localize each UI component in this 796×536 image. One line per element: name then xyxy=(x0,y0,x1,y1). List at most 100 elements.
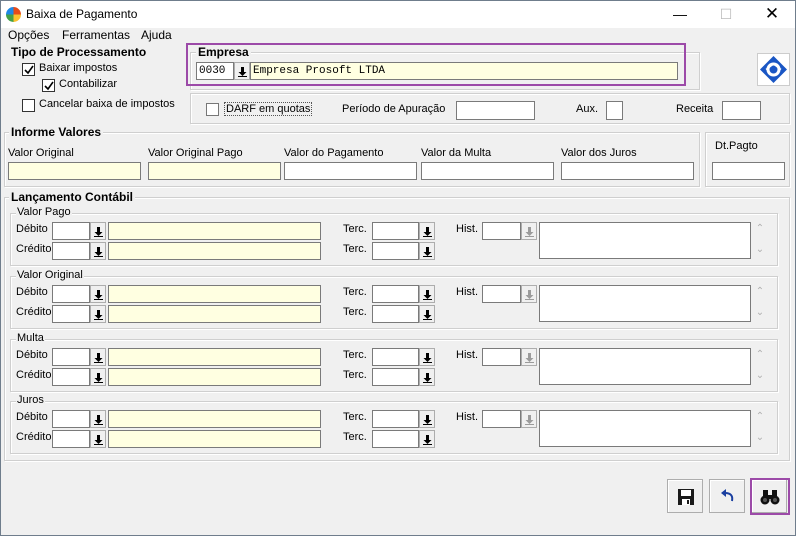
dt-pagto-input[interactable] xyxy=(712,162,785,180)
multa-debito-terc-input[interactable] xyxy=(372,348,419,366)
valor-pago-debito-terc-input[interactable] xyxy=(372,222,419,240)
valor-pago-credito-dropdown-button[interactable] xyxy=(90,242,106,260)
valor-original-hist-memo[interactable] xyxy=(539,285,751,322)
multa-debito-description-input[interactable] xyxy=(108,348,321,366)
cancelar-baixa-checkbox[interactable] xyxy=(22,99,35,112)
contabilizar-label: Contabilizar xyxy=(59,78,118,90)
darf-quotas-label: DARF em quotas xyxy=(224,102,313,116)
multa-credito-terc-input[interactable] xyxy=(372,368,419,386)
multa-hist-memo[interactable] xyxy=(539,348,751,385)
darf-quotas-checkbox[interactable] xyxy=(206,103,219,116)
multa-credito-terc-dropdown-button[interactable] xyxy=(419,368,435,386)
multa-debito-account-input[interactable] xyxy=(52,348,90,366)
empresa-dropdown-button[interactable] xyxy=(234,62,250,80)
app-icon xyxy=(6,7,21,22)
empresa-name-input[interactable]: Empresa Prosoft LTDA xyxy=(250,62,678,80)
valor-juros-label: Valor dos Juros xyxy=(561,147,637,159)
valor-pago-debito-description-input[interactable] xyxy=(108,222,321,240)
valor-pago-hist-memo[interactable] xyxy=(539,222,751,259)
valor-pago-debito-account-input[interactable] xyxy=(52,222,90,240)
menu-opcoes[interactable]: Opções xyxy=(8,28,49,42)
multa-hist-dropdown-button[interactable] xyxy=(521,348,537,366)
multa-credito-dropdown-button[interactable] xyxy=(90,368,106,386)
save-button[interactable] xyxy=(667,479,703,513)
juros-hist-label: Hist. xyxy=(456,411,478,423)
valor-pago-scroll-up-icon[interactable]: ⌃ xyxy=(753,223,767,234)
menu-ajuda[interactable]: Ajuda xyxy=(141,28,172,42)
multa-scroll-up-icon[interactable]: ⌃ xyxy=(753,349,767,360)
maximize-button[interactable]: ☐ xyxy=(703,1,749,28)
valor-original-credito-terc-input[interactable] xyxy=(372,305,419,323)
juros-credito-description-input[interactable] xyxy=(108,430,321,448)
aux-input[interactable] xyxy=(606,101,623,120)
valor-multa-input[interactable] xyxy=(421,162,554,180)
valor-pago-credito-description-input[interactable] xyxy=(108,242,321,260)
valor-pago-debito-terc-dropdown-button[interactable] xyxy=(419,222,435,240)
valor-pago-hist-dropdown-button[interactable] xyxy=(521,222,537,240)
juros-debito-terc-dropdown-button[interactable] xyxy=(419,410,435,428)
undo-button[interactable] xyxy=(709,479,745,513)
close-button[interactable]: ✕ xyxy=(749,1,795,28)
juros-hist-memo[interactable] xyxy=(539,410,751,447)
juros-scroll-down-icon[interactable]: ⌄ xyxy=(753,432,767,443)
valor-original-credito-account-input[interactable] xyxy=(52,305,90,323)
valor-original-debito-dropdown-button[interactable] xyxy=(90,285,106,303)
valor-original-hist-input[interactable] xyxy=(482,285,521,303)
valor-original-credito-description-input[interactable] xyxy=(108,305,321,323)
juros-debito-description-input[interactable] xyxy=(108,410,321,428)
empresa-code-input[interactable]: 0030 xyxy=(196,62,234,80)
contabilizar-checkbox[interactable] xyxy=(42,79,55,92)
juros-credito-terc-dropdown-button[interactable] xyxy=(419,430,435,448)
multa-hist-label: Hist. xyxy=(456,349,478,361)
periodo-apuracao-input[interactable] xyxy=(456,101,535,120)
dt-pagto-label: Dt.Pagto xyxy=(715,140,758,152)
minimize-button[interactable]: — xyxy=(657,1,703,28)
valor-pagamento-input[interactable] xyxy=(284,162,417,180)
valor-original-scroll-up-icon[interactable]: ⌃ xyxy=(753,286,767,297)
multa-credito-description-input[interactable] xyxy=(108,368,321,386)
multa-credito-account-input[interactable] xyxy=(52,368,90,386)
valor-original-debito-description-input[interactable] xyxy=(108,285,321,303)
receita-input[interactable] xyxy=(722,101,761,120)
valor-original-hist-dropdown-button[interactable] xyxy=(521,285,537,303)
multa-hist-input[interactable] xyxy=(482,348,521,366)
menu-bar: Opções Ferramentas Ajuda xyxy=(1,28,795,44)
multa-credito-label: Crédito xyxy=(16,369,52,381)
multa-scroll-down-icon[interactable]: ⌄ xyxy=(753,370,767,381)
valor-pago-scroll-down-icon[interactable]: ⌄ xyxy=(753,244,767,255)
valor-original-credito-dropdown-button[interactable] xyxy=(90,305,106,323)
title-bar: Baixa de Pagamento — ☐ ✕ xyxy=(1,1,795,28)
juros-debito-account-input[interactable] xyxy=(52,410,90,428)
multa-debito-dropdown-button[interactable] xyxy=(90,348,106,366)
juros-hist-input[interactable] xyxy=(482,410,521,428)
lancamento-contabil-title: Lançamento Contábil xyxy=(9,190,136,204)
valor-pago-credito-terc-dropdown-button[interactable] xyxy=(419,242,435,260)
valor-original-debito-terc-input[interactable] xyxy=(372,285,419,303)
baixar-impostos-checkbox[interactable] xyxy=(22,63,35,76)
multa-debito-terc-dropdown-button[interactable] xyxy=(419,348,435,366)
valor-pago-credito-terc-input[interactable] xyxy=(372,242,419,260)
valor-pago-credito-account-input[interactable] xyxy=(52,242,90,260)
juros-debito-dropdown-button[interactable] xyxy=(90,410,106,428)
valor-original-debito-account-input[interactable] xyxy=(52,285,90,303)
valor-original-debito-terc-dropdown-button[interactable] xyxy=(419,285,435,303)
cancelar-baixa-label: Cancelar baixa de impostos xyxy=(39,98,175,110)
juros-credito-account-input[interactable] xyxy=(52,430,90,448)
valor-original-input[interactable] xyxy=(8,162,141,180)
juros-scroll-up-icon[interactable]: ⌃ xyxy=(753,411,767,422)
valor-pago-hist-input[interactable] xyxy=(482,222,521,240)
valor-original-pago-input[interactable] xyxy=(148,162,281,180)
juros-debito-terc-label: Terc. xyxy=(343,411,367,423)
juros-credito-terc-label: Terc. xyxy=(343,431,367,443)
juros-credito-dropdown-button[interactable] xyxy=(90,430,106,448)
menu-ferramentas[interactable]: Ferramentas xyxy=(62,28,130,42)
valor-original-scroll-down-icon[interactable]: ⌄ xyxy=(753,307,767,318)
valor-pago-debito-dropdown-button[interactable] xyxy=(90,222,106,240)
juros-credito-terc-input[interactable] xyxy=(372,430,419,448)
juros-debito-terc-input[interactable] xyxy=(372,410,419,428)
juros-hist-dropdown-button[interactable] xyxy=(521,410,537,428)
valor-original-credito-terc-dropdown-button[interactable] xyxy=(419,305,435,323)
valor-original-title: Valor Original xyxy=(16,269,84,281)
valor-juros-input[interactable] xyxy=(561,162,694,180)
baixar-impostos-label: Baixar impostos xyxy=(39,62,118,74)
